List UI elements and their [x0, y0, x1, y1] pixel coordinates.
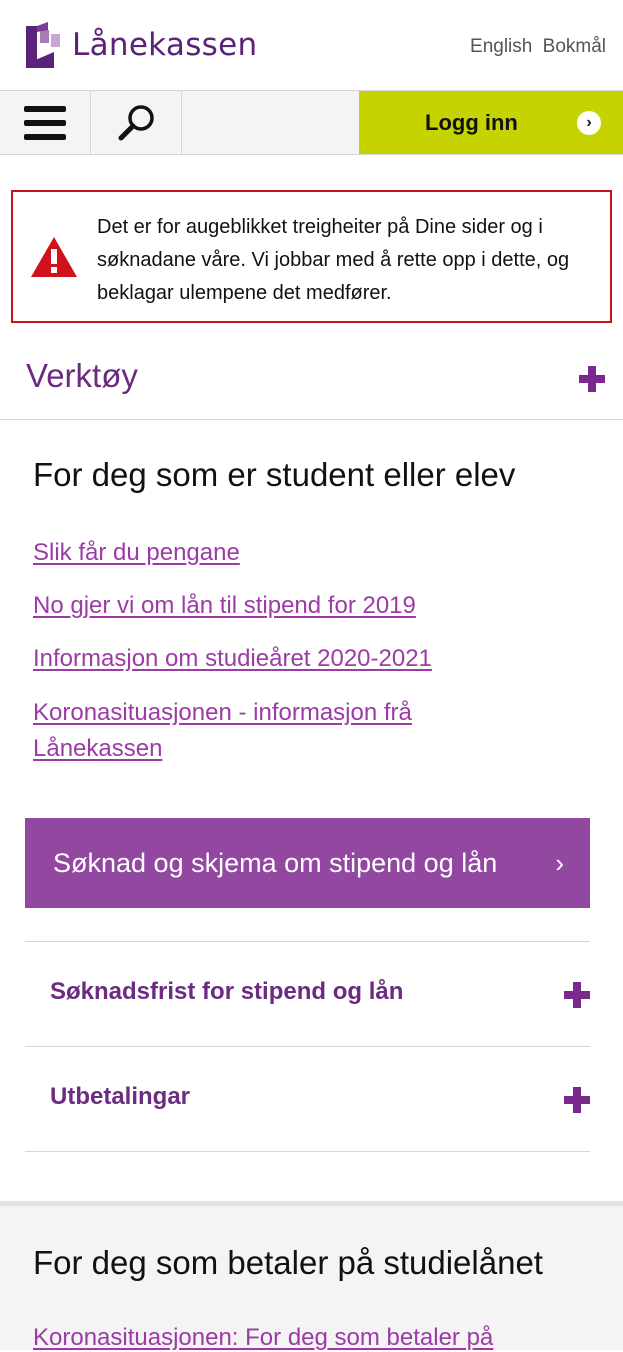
- student-section-title: For deg som er student eller elev: [33, 456, 516, 493]
- login-label: Logg inn: [425, 109, 518, 135]
- menu-button[interactable]: [0, 91, 91, 154]
- plus-icon: [564, 1087, 590, 1113]
- link-corona-payer[interactable]: Koronasituasjonen: For deg som betaler p…: [33, 1324, 493, 1352]
- link-how-to-get-money[interactable]: Slik får du pengane: [33, 535, 240, 571]
- nav-bar: Logg inn ›: [0, 90, 623, 155]
- divider: [25, 1151, 590, 1152]
- link-loan-to-grant-2019[interactable]: No gjer vi om lån til stipend for 2019: [33, 588, 416, 624]
- accordion-payments[interactable]: Utbetalingar: [25, 1046, 590, 1151]
- accordion-label: Søknadsfrist for stipend og lån: [50, 978, 404, 1005]
- payer-section-title: For deg som betaler på studielånet: [33, 1244, 543, 1281]
- tools-title: Verktøy: [26, 357, 138, 394]
- service-alert: Det er for augeblikket treigheiter på Di…: [11, 190, 612, 323]
- apply-button-label: Søknad og skjema om stipend og lån: [53, 847, 498, 878]
- accordion-label: Utbetalingar: [50, 1083, 191, 1110]
- site-header: Lånekassen English Bokmål: [0, 0, 623, 90]
- tools-accordion[interactable]: Verktøy: [0, 335, 623, 420]
- search-icon: [118, 104, 154, 140]
- link-corona-info[interactable]: Koronasituasjonen - informasjon frå Låne…: [33, 695, 503, 767]
- chevron-right-icon: ›: [577, 111, 601, 135]
- payer-section: For deg som betaler på studielånet Koron…: [0, 1201, 623, 1352]
- plus-icon: [579, 366, 605, 392]
- login-button[interactable]: Logg inn ›: [359, 91, 623, 154]
- apply-button[interactable]: Søknad og skjema om stipend og lån ›: [25, 818, 590, 908]
- lanekassen-logo-icon: [26, 22, 60, 68]
- hamburger-icon: [24, 105, 66, 140]
- alert-message: Det er for augeblikket treigheiter på Di…: [97, 216, 570, 304]
- lang-bokmal-link[interactable]: Bokmål: [543, 36, 606, 57]
- accordion-application-deadline[interactable]: Søknadsfrist for stipend og lån: [25, 941, 590, 1046]
- plus-icon: [564, 982, 590, 1008]
- language-switcher: English Bokmål: [470, 36, 606, 58]
- search-button[interactable]: [91, 91, 182, 154]
- warning-icon: [31, 237, 77, 277]
- brand-logo[interactable]: Lånekassen: [26, 22, 257, 68]
- brand-name: Lånekassen: [72, 26, 258, 63]
- link-study-year-info[interactable]: Informasjon om studieåret 2020-2021: [33, 641, 432, 677]
- lang-english-link[interactable]: English: [470, 36, 532, 57]
- chevron-right-icon: ›: [555, 848, 564, 878]
